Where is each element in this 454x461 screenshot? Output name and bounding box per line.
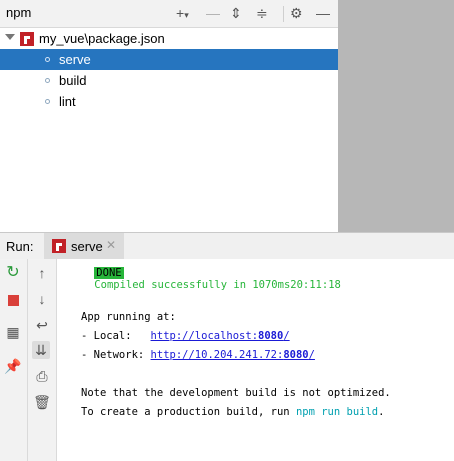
script-label: build xyxy=(59,73,87,88)
run-console-toolbar: ↑ ↓ ↩ ⇊ ⎙ 🗑 xyxy=(28,259,57,461)
local-label: - Local: xyxy=(81,330,151,342)
local-url-line: - Local: http://localhost:8080/ xyxy=(81,330,290,342)
npm-logo-icon xyxy=(52,239,66,253)
add-icon[interactable]: +▾ xyxy=(176,4,189,24)
compiled-text: Compiled successfully in 1070ms20:11:18 xyxy=(94,279,341,291)
arrow-down-icon[interactable]: ↓ xyxy=(33,290,51,308)
expand-icon[interactable]: ⇕ xyxy=(230,4,242,22)
tree-root-label: my_vue\package.json xyxy=(39,31,165,46)
minimize-icon[interactable]: — xyxy=(316,4,330,22)
chevron-down-icon[interactable] xyxy=(5,34,15,40)
soft-wrap-icon[interactable]: ↩ xyxy=(33,316,51,334)
scroll-to-end-icon[interactable]: ⇊ xyxy=(32,341,50,359)
script-item-serve[interactable]: serve xyxy=(0,49,338,70)
script-item-lint[interactable]: lint xyxy=(0,91,338,112)
done-badge: DONE xyxy=(94,267,124,279)
prod-command: npm run build xyxy=(295,406,379,418)
network-url-suffix: / xyxy=(308,349,315,361)
run-primary-toolbar: ↻ ▦ 📌 xyxy=(0,259,28,461)
run-tab-label: serve xyxy=(71,239,103,254)
gear-icon[interactable]: ⚙ xyxy=(290,4,303,22)
local-url-suffix: / xyxy=(283,330,290,342)
network-port: 8080 xyxy=(283,349,309,361)
network-url-line: - Network: http://10.204.241.72:8080/ xyxy=(81,349,315,361)
trash-icon[interactable]: 🗑 xyxy=(33,393,51,411)
production-build-line: To create a production build, run npm ru… xyxy=(81,406,384,418)
collapse-icon[interactable]: ≑ xyxy=(256,4,268,22)
script-bullet-icon xyxy=(45,57,50,62)
npm-panel: npm +▾ — ⇕ ≑ ⚙ — my_vue\package.json ser… xyxy=(0,0,338,232)
console-compiled-line: DONE Compiled successfully in 1070ms20:1… xyxy=(69,255,341,303)
rerun-icon[interactable]: ↻ xyxy=(4,264,22,282)
note-line: Note that the development build is not o… xyxy=(81,387,391,399)
script-label: lint xyxy=(59,94,76,109)
prod-suffix: . xyxy=(378,406,385,418)
network-label: - Network: xyxy=(81,349,151,361)
tree-root-package-json[interactable]: my_vue\package.json xyxy=(0,28,338,49)
script-label: serve xyxy=(59,52,91,67)
network-url-prefix: http://10.204.241.72: xyxy=(150,349,284,361)
local-port: 8080 xyxy=(258,330,284,342)
pin-icon[interactable]: 📌 xyxy=(4,357,22,375)
local-url-link[interactable]: http://localhost:8080/ xyxy=(151,330,290,342)
script-bullet-icon xyxy=(45,78,50,83)
npm-logo-icon xyxy=(20,32,34,46)
editor-background xyxy=(338,0,454,232)
script-item-build[interactable]: build xyxy=(0,70,338,91)
prod-prefix: To create a production build, run xyxy=(81,406,296,418)
print-icon[interactable]: ⎙ xyxy=(33,367,51,385)
close-icon[interactable]: ✕ xyxy=(106,238,116,252)
console-output[interactable]: DONE Compiled successfully in 1070ms20:1… xyxy=(57,259,454,461)
network-url-link[interactable]: http://10.204.241.72:8080/ xyxy=(151,349,315,361)
arrow-up-icon[interactable]: ↑ xyxy=(33,264,51,282)
layout-icon[interactable]: ▦ xyxy=(4,323,22,341)
run-label: Run: xyxy=(6,239,34,254)
header-divider xyxy=(283,6,284,22)
script-bullet-icon xyxy=(45,99,50,104)
remove-icon[interactable]: — xyxy=(206,4,220,22)
stop-icon[interactable] xyxy=(4,290,22,308)
local-url-prefix: http://localhost: xyxy=(150,330,259,342)
npm-panel-header: npm +▾ — ⇕ ≑ ⚙ — xyxy=(0,0,338,28)
npm-panel-title: npm xyxy=(6,5,32,20)
app-running-line: App running at: xyxy=(81,311,176,323)
